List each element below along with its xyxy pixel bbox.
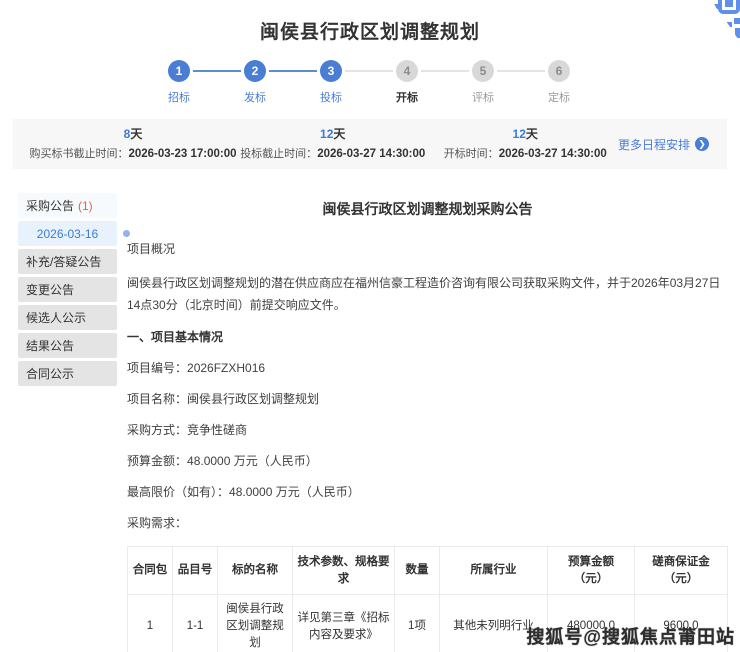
step-circle: 4 xyxy=(396,60,418,82)
col-budget-amount: 预算金额 （元） xyxy=(548,547,635,595)
sidebar-item-procurement-notice[interactable]: 采购公告 (1) xyxy=(18,193,117,218)
col-quantity: 数量 xyxy=(395,547,440,595)
field-max-price: 最高限价（如有）：48.0000 万元（人民币） xyxy=(127,484,728,500)
arrow-right-icon: ❯ xyxy=(695,137,709,151)
days-remaining: 12天 xyxy=(320,127,345,142)
col-contract-package: 合同包 xyxy=(128,547,173,595)
sohu-watermark: 搜狐号@搜狐焦点莆田站 xyxy=(526,623,735,649)
sidebar-item-supplement-notice[interactable]: 补充/答疑公告 xyxy=(18,249,117,274)
deadline-caption: 购买标书截止时间：2026-03-23 17:00:00 xyxy=(29,145,236,161)
step-label: 招标 xyxy=(168,89,190,105)
more-schedule-link[interactable]: 更多日程安排 ❯ xyxy=(618,136,709,153)
step-label: 评标 xyxy=(472,89,494,105)
step-circle: 6 xyxy=(548,60,570,82)
cell-subject-name: 闽侯县行政区划调整规划 xyxy=(218,595,293,652)
cell-quantity: 1项 xyxy=(395,595,440,652)
days-remaining: 8天 xyxy=(124,127,143,142)
col-deposit: 磋商保证金 （元） xyxy=(635,547,728,595)
step-pingbiao: 5 评标 xyxy=(445,60,521,105)
table-header-row: 合同包 品目号 标的名称 技术参数、规格要求 数量 所属行业 预算金额 （元） … xyxy=(128,547,728,595)
step-circle: 2 xyxy=(244,60,266,82)
announcement-sidebar: 采购公告 (1) 2026-03-16 补充/答疑公告 变更公告 候选人公示 结… xyxy=(0,193,117,652)
step-dingbiao: 6 定标 xyxy=(521,60,597,105)
days-remaining: 12天 xyxy=(513,127,538,142)
sidebar-item-contract-publicity[interactable]: 合同公示 xyxy=(18,361,117,386)
progress-stepper: 1 招标 2 发标 3 投标 4 开标 5 评标 6 定标 xyxy=(141,60,599,105)
overview-text: 闽侯县行政区划调整规划的潜在供应商应在福州信豪工程造价咨询有限公司获取采购文件，… xyxy=(127,272,728,316)
field-project-name: 项目名称：闽侯县行政区划调整规划 xyxy=(127,391,728,407)
step-circle: 5 xyxy=(472,60,494,82)
cell-item-no: 1-1 xyxy=(173,595,218,652)
step-label: 定标 xyxy=(548,89,570,105)
sidebar-item-result-notice[interactable]: 结果公告 xyxy=(18,333,117,358)
notification-dot xyxy=(123,230,130,237)
step-fabiao: 2 发标 xyxy=(217,60,293,105)
col-industry: 所属行业 xyxy=(440,547,548,595)
section-heading: 一、项目基本情况 xyxy=(127,329,728,345)
sidebar-item-label: 2026-03-16 xyxy=(37,227,98,241)
field-project-no: 项目编号：2026FZXH016 xyxy=(127,360,728,376)
procurement-announcement-page: 闽侯县行政区划调整规划 1 招标 2 发标 3 投标 4 开标 5 评标 6 定… xyxy=(0,0,740,652)
field-budget: 预算金额：48.0000 万元（人民币） xyxy=(127,453,728,469)
deadline-caption: 投标截止时间：2026-03-27 14:30:00 xyxy=(240,145,425,161)
deadline-bid-submit: 12天 投标截止时间：2026-03-27 14:30:00 xyxy=(233,127,432,161)
more-schedule-label: 更多日程安排 xyxy=(618,136,690,153)
demand-label: 采购需求： xyxy=(127,515,728,531)
cell-tech-specs: 详见第三章《招标内容及要求》 xyxy=(293,595,395,652)
cell-contract-package: 1 xyxy=(128,595,173,652)
step-circle: 1 xyxy=(168,60,190,82)
sidebar-item-candidate-publicity[interactable]: 候选人公示 xyxy=(18,305,117,330)
step-toubiao: 3 投标 xyxy=(293,60,369,105)
notice-count-badge: (1) xyxy=(78,199,93,213)
sidebar-item-change-notice[interactable]: 变更公告 xyxy=(18,277,117,302)
announcement-title: 闽侯县行政区划调整规划采购公告 xyxy=(127,199,728,219)
schedule-banner: 8天 购买标书截止时间：2026-03-23 17:00:00 12天 投标截止… xyxy=(13,119,727,169)
deadline-caption: 开标时间：2026-03-27 14:30:00 xyxy=(444,145,607,161)
col-item-no: 品目号 xyxy=(173,547,218,595)
step-label: 开标 xyxy=(396,89,418,105)
step-circle: 3 xyxy=(320,60,342,82)
col-tech-specs: 技术参数、规格要求 xyxy=(293,547,395,595)
sidebar-item-notice-date[interactable]: 2026-03-16 xyxy=(18,221,117,246)
overview-heading: 项目概况 xyxy=(127,241,728,257)
step-label: 发标 xyxy=(244,89,266,105)
step-zhaobiao: 1 招标 xyxy=(141,60,217,105)
page-title: 闽侯县行政区划调整规划 xyxy=(0,0,740,44)
deadline-buy-docs: 8天 购买标书截止时间：2026-03-23 17:00:00 xyxy=(33,127,233,161)
sidebar-item-label: 采购公告 xyxy=(26,197,74,214)
step-kaibiao: 4 开标 xyxy=(369,60,445,105)
step-label: 投标 xyxy=(320,89,342,105)
announcement-body: 闽侯县行政区划调整规划采购公告 项目概况 闽侯县行政区划调整规划的潜在供应商应在… xyxy=(117,193,740,652)
field-procurement-method: 采购方式：竞争性磋商 xyxy=(127,422,728,438)
col-subject-name: 标的名称 xyxy=(218,547,293,595)
deadline-bid-open: 12天 开标时间：2026-03-27 14:30:00 xyxy=(432,127,618,161)
